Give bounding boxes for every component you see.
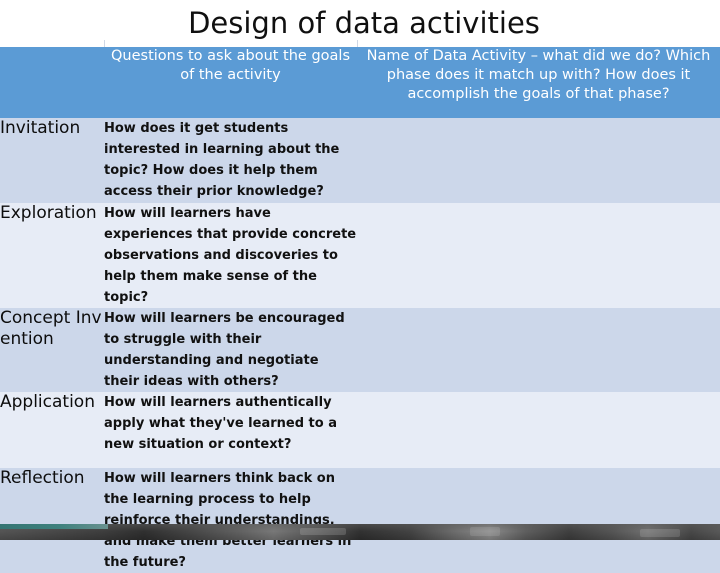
question-text-invitation: How does it get students interested in l…: [104, 118, 357, 203]
phase-label-exploration: Exploration: [0, 203, 104, 308]
activity-design-table: Questions to ask about the goals of the …: [0, 47, 720, 573]
answer-field-invitation[interactable]: [357, 118, 720, 203]
table-row: Invitation How does it get students inte…: [0, 118, 720, 203]
table-row: Reflection How will learners think back …: [0, 468, 720, 573]
column-guide-1: [104, 40, 105, 47]
slide-canvas: Design of data activities Questions to a…: [0, 0, 720, 573]
photo-strip-highlight: [470, 527, 500, 536]
phase-label-concept-invention: Concept Invention: [0, 308, 104, 392]
question-text-reflection: How will learners think back on the lear…: [104, 468, 357, 573]
table-row: Application How will learners authentica…: [0, 392, 720, 468]
table-header-row: Questions to ask about the goals of the …: [0, 47, 720, 118]
photo-strip-shading: [0, 524, 720, 540]
answer-field-exploration[interactable]: [357, 203, 720, 308]
column-guide-2: [357, 40, 358, 47]
table-row: Exploration How will learners have exper…: [0, 203, 720, 308]
column-header-questions: Questions to ask about the goals of the …: [104, 47, 357, 118]
column-header-data-activity: Name of Data Activity – what did we do? …: [357, 47, 720, 118]
question-text-application: How will learners authentically apply wh…: [104, 392, 357, 468]
table-row: Concept Invention How will learners be e…: [0, 308, 720, 392]
photo-strip-highlight: [300, 528, 346, 535]
question-text-exploration: How will learners have experiences that …: [104, 203, 357, 308]
decorative-photo-strip: [0, 524, 720, 540]
photo-strip-highlight: [640, 529, 680, 537]
photo-strip-teal-band: [0, 524, 108, 529]
page-title: Design of data activities: [188, 6, 540, 40]
answer-field-concept-invention[interactable]: [357, 308, 720, 392]
question-text-concept-invention: How will learners be encouraged to strug…: [104, 308, 357, 392]
phase-label-reflection: Reflection: [0, 468, 104, 573]
phase-label-invitation: Invitation: [0, 118, 104, 203]
column-header-phase: [0, 47, 104, 118]
phase-label-application: Application: [0, 392, 104, 468]
answer-field-application[interactable]: [357, 392, 720, 468]
answer-field-reflection[interactable]: [357, 468, 720, 573]
